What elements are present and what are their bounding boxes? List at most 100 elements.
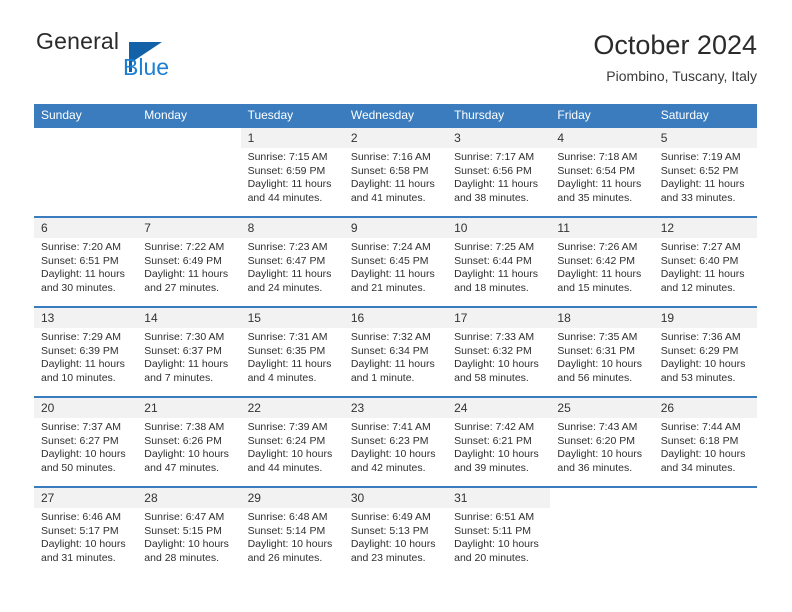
sunrise-text: Sunrise: 7:29 AM: [41, 331, 121, 343]
calendar-day-cell[interactable]: 5 Sunrise: 7:19 AM Sunset: 6:52 PM Daylight…: [653, 126, 757, 217]
day-number: 18: [550, 308, 654, 328]
calendar-week-row: 27 Sunrise: 6:46 AM Sunset: 5:17 PM Dayligh…: [34, 486, 757, 576]
day-number: 14: [137, 308, 241, 328]
day-sun-info: Sunrise: 7:22 AM Sunset: 6:49 PM Daylight:…: [137, 238, 240, 295]
day-number: 23: [343, 398, 448, 418]
calendar-day-cell[interactable]: 2 Sunrise: 7:16 AM Sunset: 6:58 PM Daylight…: [343, 126, 448, 217]
calendar-day-cell[interactable]: 25 Sunrise: 7:43 AM Sunset: 6:20 PM Dayligh…: [550, 396, 654, 487]
daylight-text: Daylight: 11 hours and 7 minutes.: [144, 358, 229, 384]
calendar-day-cell[interactable]: 6 Sunrise: 7:20 AM Sunset: 6:51 PM Daylight…: [34, 216, 138, 307]
calendar-day-cell[interactable]: 19 Sunrise: 7:36 AM Sunset: 6:29 PM Dayligh…: [653, 306, 757, 397]
day-number: [653, 488, 757, 508]
daylight-text: Daylight: 10 hours and 26 minutes.: [247, 538, 333, 564]
calendar-day-cell[interactable]: 10 Sunrise: 7:25 AM Sunset: 6:44 PM Dayligh…: [447, 216, 551, 307]
calendar-week-row: 6 Sunrise: 7:20 AM Sunset: 6:51 PM Daylight…: [34, 216, 757, 307]
day-sun-info: Sunrise: 7:42 AM Sunset: 6:21 PM Daylight:…: [447, 418, 550, 475]
calendar-day-cell[interactable]: 29 Sunrise: 6:48 AM Sunset: 5:14 PM Dayligh…: [240, 486, 344, 576]
daylight-text: Daylight: 11 hours and 15 minutes.: [557, 268, 642, 294]
calendar-day-cell[interactable]: 17 Sunrise: 7:33 AM Sunset: 6:32 PM Dayligh…: [447, 306, 551, 397]
sunset-text: Sunset: 6:34 PM: [350, 344, 429, 357]
calendar-day-cell[interactable]: 11 Sunrise: 7:26 AM Sunset: 6:42 PM Dayligh…: [550, 216, 654, 307]
calendar-day-cell[interactable]: 18 Sunrise: 7:35 AM Sunset: 6:31 PM Dayligh…: [550, 306, 654, 397]
sunrise-text: Sunrise: 7:15 AM: [247, 151, 328, 163]
sunset-text: Sunset: 6:37 PM: [144, 344, 222, 357]
day-number: 20: [34, 398, 138, 418]
daylight-text: Daylight: 10 hours and 44 minutes.: [247, 448, 333, 474]
sunrise-text: Sunrise: 7:31 AM: [247, 331, 328, 343]
sunrise-text: Sunrise: 7:37 AM: [41, 421, 121, 433]
sunset-text: Sunset: 6:58 PM: [350, 164, 429, 177]
sunrise-text: Sunrise: 7:41 AM: [350, 421, 431, 433]
calendar-day-cell[interactable]: 26 Sunrise: 7:44 AM Sunset: 6:18 PM Dayligh…: [653, 396, 757, 487]
sunrise-text: Sunrise: 7:30 AM: [144, 331, 225, 343]
sunrise-text: Sunrise: 7:36 AM: [660, 331, 741, 343]
calendar-day-cell[interactable]: 27 Sunrise: 6:46 AM Sunset: 5:17 PM Dayligh…: [34, 486, 138, 576]
sunrise-text: Sunrise: 7:39 AM: [247, 421, 328, 433]
sunset-text: Sunset: 6:42 PM: [557, 254, 636, 267]
calendar-day-cell[interactable]: 14 Sunrise: 7:30 AM Sunset: 6:37 PM Dayligh…: [137, 306, 241, 397]
calendar-day-cell[interactable]: 15 Sunrise: 7:31 AM Sunset: 6:35 PM Dayligh…: [240, 306, 344, 397]
sunset-text: Sunset: 5:17 PM: [41, 524, 119, 537]
calendar-day-cell[interactable]: 7 Sunrise: 7:22 AM Sunset: 6:49 PM Daylight…: [137, 216, 241, 307]
calendar-page: General Blue October 2024 Piombino, Tusc…: [0, 0, 792, 612]
calendar-day-cell[interactable]: 9 Sunrise: 7:24 AM Sunset: 6:45 PM Daylight…: [343, 216, 448, 307]
sunset-text: Sunset: 5:15 PM: [144, 524, 222, 537]
sunset-text: Sunset: 6:31 PM: [557, 344, 636, 357]
sunset-text: Sunset: 6:45 PM: [350, 254, 429, 267]
sunrise-text: Sunrise: 7:19 AM: [660, 151, 741, 163]
day-sun-info: Sunrise: 7:30 AM Sunset: 6:37 PM Daylight:…: [137, 328, 240, 385]
day-sun-info: Sunrise: 7:17 AM Sunset: 6:56 PM Daylight:…: [447, 148, 550, 205]
day-sun-info: Sunrise: 7:31 AM Sunset: 6:35 PM Daylight:…: [241, 328, 344, 385]
sunrise-text: Sunrise: 7:32 AM: [350, 331, 431, 343]
logo-text-general: General: [36, 28, 120, 54]
calendar-day-cell[interactable]: 31 Sunrise: 6:51 AM Sunset: 5:11 PM Dayligh…: [447, 486, 551, 576]
daylight-text: Daylight: 11 hours and 27 minutes.: [144, 268, 229, 294]
day-sun-info: Sunrise: 7:37 AM Sunset: 6:27 PM Daylight:…: [34, 418, 137, 475]
sunset-text: Sunset: 6:51 PM: [41, 254, 119, 267]
sunset-text: Sunset: 6:56 PM: [454, 164, 532, 177]
sunset-text: Sunset: 6:47 PM: [247, 254, 326, 267]
calendar-day-cell[interactable]: 23 Sunrise: 7:41 AM Sunset: 6:23 PM Dayligh…: [343, 396, 448, 487]
calendar-day-cell[interactable]: 21 Sunrise: 7:38 AM Sunset: 6:26 PM Dayligh…: [137, 396, 241, 487]
day-sun-info: Sunrise: 6:46 AM Sunset: 5:17 PM Daylight:…: [34, 508, 137, 565]
daylight-text: Daylight: 10 hours and 23 minutes.: [350, 538, 436, 564]
calendar-day-cell[interactable]: 1 Sunrise: 7:15 AM Sunset: 6:59 PM Daylight…: [240, 126, 344, 217]
calendar-day-cell[interactable]: 8 Sunrise: 7:23 AM Sunset: 6:47 PM Daylight…: [240, 216, 344, 307]
calendar-day-cell[interactable]: 20 Sunrise: 7:37 AM Sunset: 6:27 PM Dayligh…: [34, 396, 138, 487]
sunset-text: Sunset: 5:11 PM: [454, 524, 531, 537]
day-sun-info: Sunrise: 7:35 AM Sunset: 6:31 PM Daylight:…: [550, 328, 653, 385]
weekday-header-row: Sunday Monday Tuesday Wednesday Thursday…: [34, 104, 757, 127]
sunrise-text: Sunrise: 7:27 AM: [660, 241, 741, 253]
sunset-text: Sunset: 6:23 PM: [350, 434, 429, 447]
day-sun-info: Sunrise: 7:18 AM Sunset: 6:54 PM Daylight:…: [550, 148, 653, 205]
sunset-text: Sunset: 6:35 PM: [247, 344, 326, 357]
day-sun-info: Sunrise: 6:48 AM Sunset: 5:14 PM Daylight:…: [241, 508, 344, 565]
day-sun-info: Sunrise: 7:38 AM Sunset: 6:26 PM Daylight:…: [137, 418, 240, 475]
sunrise-text: Sunrise: 6:48 AM: [247, 511, 328, 523]
calendar-day-cell[interactable]: 24 Sunrise: 7:42 AM Sunset: 6:21 PM Dayligh…: [447, 396, 551, 487]
calendar-day-cell[interactable]: 16 Sunrise: 7:32 AM Sunset: 6:34 PM Dayligh…: [343, 306, 448, 397]
sunrise-text: Sunrise: 7:18 AM: [557, 151, 638, 163]
daylight-text: Daylight: 10 hours and 31 minutes.: [41, 538, 126, 564]
sunset-text: Sunset: 6:20 PM: [557, 434, 636, 447]
sunset-text: Sunset: 6:21 PM: [454, 434, 532, 447]
general-blue-logo[interactable]: General Blue: [34, 28, 264, 90]
day-number: 19: [653, 308, 757, 328]
day-sun-info: Sunrise: 7:19 AM Sunset: 6:52 PM Daylight:…: [654, 148, 757, 205]
sunset-text: Sunset: 6:39 PM: [41, 344, 119, 357]
calendar-day-cell[interactable]: 28 Sunrise: 6:47 AM Sunset: 5:15 PM Dayligh…: [137, 486, 241, 576]
day-number: 26: [653, 398, 757, 418]
calendar-day-cell[interactable]: 22 Sunrise: 7:39 AM Sunset: 6:24 PM Dayligh…: [240, 396, 344, 487]
calendar-day-cell[interactable]: 30 Sunrise: 6:49 AM Sunset: 5:13 PM Dayligh…: [343, 486, 448, 576]
sunrise-text: Sunrise: 6:49 AM: [350, 511, 431, 523]
title-block: October 2024 Piombino, Tuscany, Italy: [593, 28, 757, 85]
calendar-day-cell[interactable]: 13 Sunrise: 7:29 AM Sunset: 6:39 PM Dayligh…: [34, 306, 138, 397]
calendar-day-cell[interactable]: 3 Sunrise: 7:17 AM Sunset: 6:56 PM Daylight…: [447, 126, 551, 217]
calendar-day-cell[interactable]: 4 Sunrise: 7:18 AM Sunset: 6:54 PM Daylight…: [550, 126, 654, 217]
day-number: 12: [653, 218, 757, 238]
calendar-day-cell[interactable]: 12 Sunrise: 7:27 AM Sunset: 6:40 PM Dayligh…: [653, 216, 757, 307]
weekday-header-saturday: Saturday: [653, 104, 757, 127]
daylight-text: Daylight: 11 hours and 38 minutes.: [454, 178, 538, 204]
day-sun-info: Sunrise: 7:44 AM Sunset: 6:18 PM Daylight:…: [654, 418, 757, 475]
daylight-text: Daylight: 10 hours and 50 minutes.: [41, 448, 126, 474]
